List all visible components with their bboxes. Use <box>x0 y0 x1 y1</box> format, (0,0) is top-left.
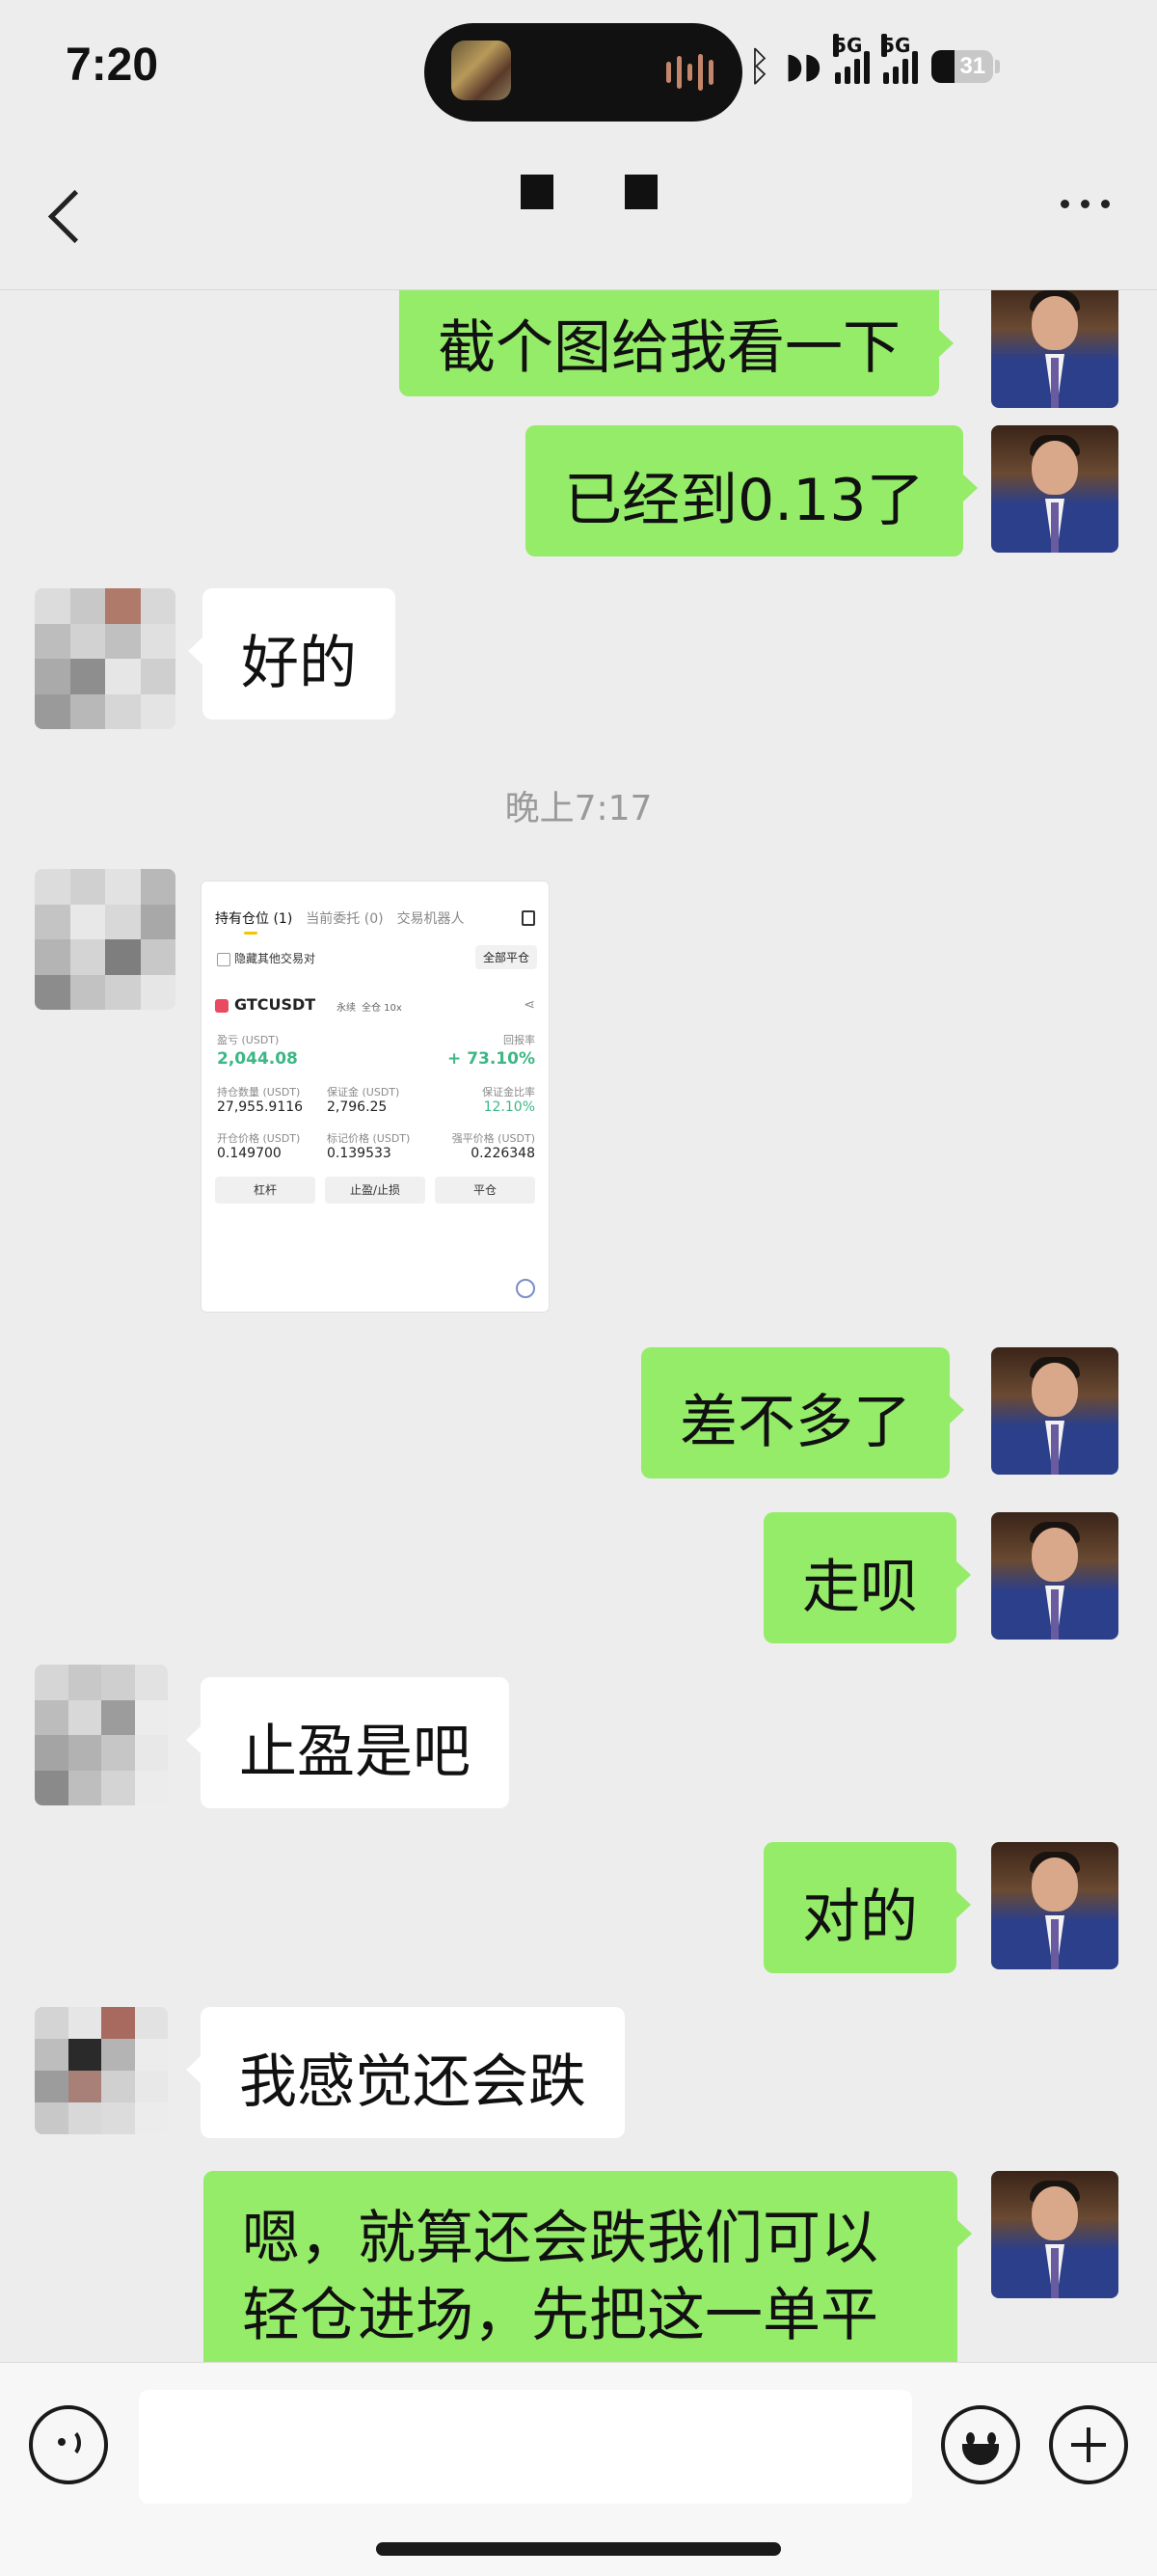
message-bubble-outgoing[interactable]: 差不多了 <box>641 1347 964 1478</box>
coin-icon <box>215 999 229 1013</box>
pnl-label: 盈亏 (USDT) <box>217 1034 280 1046</box>
emoji-button[interactable] <box>941 2405 1020 2484</box>
message-bubble-outgoing[interactable]: 对的 <box>764 1842 971 1973</box>
voice-input-button[interactable] <box>29 2405 108 2484</box>
entry-price-value: 0.149700 <box>217 1146 282 1161</box>
close-all-label: 全部平仓 <box>474 945 537 969</box>
message-list[interactable]: 截个图给我看一下 已经到0.13了 好的 晚上7:17 持有仓位 (1) 当前委… <box>0 290 1157 2362</box>
contact-name-redacted-2 <box>625 175 658 209</box>
qty-label: 持仓数量 (USDT) <box>217 1086 301 1098</box>
contact-avatar[interactable] <box>35 588 175 729</box>
home-indicator[interactable] <box>376 2542 781 2556</box>
mark-price-value: 0.139533 <box>327 1146 391 1161</box>
tab-positions: 持有仓位 (1) <box>215 911 293 927</box>
document-icon <box>522 910 535 926</box>
contact-name-redacted <box>521 175 553 209</box>
my-avatar[interactable] <box>991 1512 1118 1640</box>
tab-trading-bots: 交易机器人 <box>396 911 465 927</box>
cellular-signal-icon-2: 5G <box>881 33 919 84</box>
contact-avatar[interactable] <box>35 2007 168 2134</box>
my-avatar[interactable] <box>991 290 1118 408</box>
tab-open-orders: 当前委托 (0) <box>306 911 384 927</box>
margin-label: 保证金 (USDT) <box>327 1086 400 1098</box>
liq-price-value: 0.226348 <box>471 1146 535 1161</box>
cellular-signal-icon: 5G <box>833 33 871 84</box>
tpsl-button: 止盈/止损 <box>325 1177 425 1204</box>
margin-value: 2,796.25 <box>327 1099 388 1115</box>
hide-others-label: 隐藏其他交易对 <box>234 952 316 965</box>
now-playing-artwork <box>451 41 511 100</box>
message-text-input[interactable] <box>139 2390 912 2504</box>
chat-header <box>0 140 1157 290</box>
dynamic-island[interactable] <box>424 23 742 122</box>
hide-others-checkbox <box>217 953 230 966</box>
roe-label: 回报率 <box>503 1034 535 1046</box>
back-button[interactable] <box>40 178 98 256</box>
airpods-icon: ◗◗ <box>785 46 822 86</box>
status-bar: 7:20 ᛒ ◗◗ 5G 5G 31 <box>0 0 1157 140</box>
status-time: 7:20 <box>66 40 159 91</box>
symbol: GTCUSDT <box>234 995 316 1014</box>
message-bubble-incoming[interactable]: 好的 <box>188 588 395 719</box>
mark-price-label: 标记价格 (USDT) <box>327 1132 411 1145</box>
more-functions-plus-button[interactable] <box>1049 2405 1128 2484</box>
my-avatar[interactable] <box>991 1347 1118 1475</box>
my-avatar[interactable] <box>991 425 1118 553</box>
more-options-button[interactable] <box>1061 200 1110 208</box>
close-position-button: 平仓 <box>435 1177 535 1204</box>
position-tags: 永续 全仓 10x <box>336 1003 402 1014</box>
margin-ratio-value: 12.10% <box>483 1099 535 1115</box>
margin-ratio-label: 保证金比率 <box>482 1086 535 1098</box>
assistant-icon <box>516 1279 535 1298</box>
position-tabs: 持有仓位 (1) 当前委托 (0) 交易机器人 <box>215 908 465 928</box>
audio-waveform-icon <box>666 54 713 91</box>
message-bubble-outgoing[interactable]: 嗯，就算还会跌我们可以 轻仓进场，先把这一单平 <box>203 2171 972 2362</box>
my-avatar[interactable] <box>991 2171 1118 2298</box>
active-tab-indicator <box>244 932 257 935</box>
liq-price-label: 强平价格 (USDT) <box>451 1132 535 1145</box>
message-bubble-incoming[interactable]: 止盈是吧 <box>186 1677 509 1808</box>
message-bubble-incoming[interactable]: 我感觉还会跌 <box>186 2007 625 2138</box>
contact-avatar[interactable] <box>35 869 175 1010</box>
message-bubble-outgoing[interactable]: 截个图给我看一下 <box>399 290 954 396</box>
message-bubble-outgoing[interactable]: 已经到0.13了 <box>525 425 978 556</box>
battery-icon: 31 <box>931 49 1001 83</box>
qty-value: 27,955.9116 <box>217 1099 304 1115</box>
image-message-trade-screenshot[interactable]: 持有仓位 (1) 当前委托 (0) 交易机器人 隐藏其他交易对 全部平仓 GTC… <box>201 881 550 1313</box>
chat-timestamp: 晚上7:17 <box>504 789 653 828</box>
entry-price-label: 开仓价格 (USDT) <box>217 1132 301 1145</box>
roe-value: + 73.10% <box>447 1049 535 1069</box>
message-bubble-outgoing[interactable]: 走呗 <box>764 1512 971 1643</box>
share-icon: ⋖ <box>524 997 535 1013</box>
contact-avatar[interactable] <box>35 1665 168 1805</box>
leverage-button: 杠杆 <box>215 1177 315 1204</box>
bluetooth-icon: ᛒ <box>747 42 772 90</box>
my-avatar[interactable] <box>991 1842 1118 1969</box>
status-icons: ᛒ ◗◗ 5G 5G 31 <box>747 33 1001 90</box>
pnl-value: 2,044.08 <box>217 1049 298 1069</box>
